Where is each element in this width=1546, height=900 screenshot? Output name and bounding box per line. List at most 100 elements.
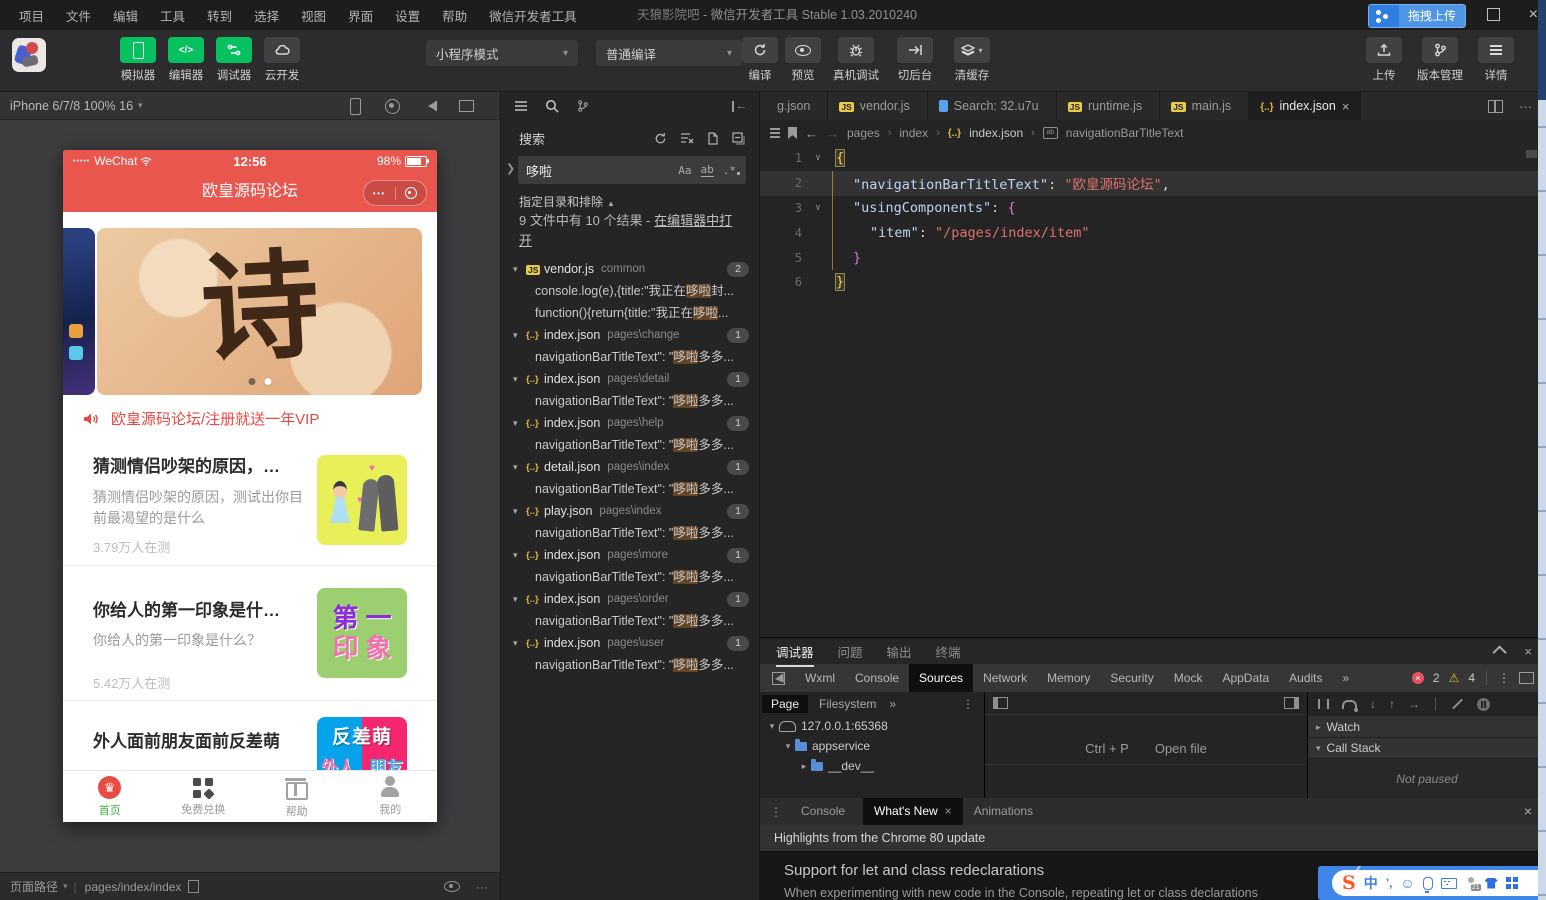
fold-icon[interactable]: ∨ xyxy=(810,153,826,163)
menu-item[interactable]: 项目 xyxy=(8,6,55,25)
match-line[interactable]: navigationBarTitleText": "哆啦多多... xyxy=(501,434,759,456)
search-result-row[interactable]: ▾ {..} detail.json pages\index 1 xyxy=(501,456,759,478)
crumb-index[interactable]: index xyxy=(899,126,928,140)
carousel-banner[interactable]: 诗 xyxy=(63,228,437,395)
search-result-row[interactable]: ▾ {..} index.json pages\change 1 xyxy=(501,324,759,346)
sogou-logo-icon[interactable]: S xyxy=(1342,872,1356,894)
search-result-row[interactable]: navigationBarTitleText": "哆啦多多... xyxy=(501,434,759,456)
window-restore-button[interactable] xyxy=(1487,4,1503,21)
mode-select[interactable]: 小程序模式 ▾ xyxy=(426,40,578,66)
match-line[interactable]: navigationBarTitleText": "哆啦多多... xyxy=(501,522,759,544)
devtools-tab[interactable]: Memory xyxy=(1037,664,1100,692)
hide-navigator-icon[interactable] xyxy=(993,697,1008,709)
menu-item[interactable]: 设置 xyxy=(384,6,431,25)
tab-exchange[interactable]: 免费兑换 xyxy=(157,771,251,822)
drawer-menu-icon[interactable]: ⋮ xyxy=(770,805,782,819)
clear-results-icon[interactable] xyxy=(680,132,694,144)
match-line[interactable]: navigationBarTitleText": "哆啦多多... xyxy=(501,654,759,676)
editor-tab[interactable]: JS vendor.js xyxy=(828,92,928,120)
crumb-symbol[interactable]: navigationBarTitleText xyxy=(1066,126,1184,140)
announcement-bar[interactable]: 欧皇源码论坛/注册就送一年VIP xyxy=(83,408,425,429)
expand-caret-icon[interactable]: ▾ xyxy=(513,456,526,478)
expand-caret-icon[interactable]: ▾ xyxy=(513,500,526,522)
project-avatar[interactable] xyxy=(12,38,46,72)
expand-caret-icon[interactable]: ▾ xyxy=(513,632,526,654)
devtools-menu-icon[interactable]: ⋮ xyxy=(1498,671,1510,685)
menu-item[interactable]: 选择 xyxy=(243,6,290,25)
close-drawer-icon[interactable]: × xyxy=(1524,798,1532,825)
collapse-all-icon[interactable] xyxy=(732,131,745,145)
devtools-tab[interactable]: Sources xyxy=(909,664,974,692)
expand-caret-icon[interactable]: ▾ xyxy=(513,324,526,346)
search-result-row[interactable]: function(){return{title:"我正在哆啦... xyxy=(501,302,759,324)
pause-icon[interactable] xyxy=(1318,699,1329,709)
mic-icon[interactable] xyxy=(1422,876,1433,893)
search-result-row[interactable]: ▾ {..} index.json pages\order 1 xyxy=(501,588,759,610)
step-icon[interactable]: → xyxy=(1408,698,1420,710)
show-debugger-icon[interactable] xyxy=(1284,697,1299,709)
close-tab-icon[interactable]: × xyxy=(1342,99,1350,114)
editor-scrollbar[interactable] xyxy=(1526,150,1537,158)
ime-account-icon[interactable] xyxy=(1465,877,1481,891)
debugger-panel-tab[interactable]: 调试器 xyxy=(776,642,814,667)
close-panel-icon[interactable]: × xyxy=(1524,644,1532,659)
outline-icon[interactable] xyxy=(770,132,780,134)
editor-more-actions[interactable]: ··· xyxy=(1519,99,1532,114)
dock-side-icon[interactable] xyxy=(1519,668,1537,684)
crumb-file[interactable]: index.json xyxy=(969,126,1023,140)
drag-upload-button[interactable]: 拖拽上传 xyxy=(1367,4,1466,28)
error-badge-icon[interactable]: × xyxy=(1411,672,1424,684)
watch-section[interactable]: ▸ Watch xyxy=(1308,717,1546,738)
ime-toolbox-icon[interactable] xyxy=(1505,877,1518,889)
expand-caret-icon[interactable]: ▾ xyxy=(513,544,526,566)
devtools-tab[interactable]: Audits xyxy=(1279,664,1332,692)
menu-item[interactable]: 视图 xyxy=(290,6,337,25)
code-editor[interactable]: 1 ∨ { 2 "navigationBarTitleText": "欧皇源码论坛… xyxy=(760,146,1546,295)
quiz-card[interactable]: 你给人的第一印象是什… 你给人的第一印象是什么？ 5.42万人在测 第一 印象 xyxy=(93,588,407,691)
open-in-editor-icon[interactable] xyxy=(707,131,719,145)
window-close-button[interactable]: × xyxy=(1529,0,1538,30)
devtools-tab[interactable]: AppData xyxy=(1212,664,1279,692)
source-control-icon[interactable] xyxy=(577,99,589,113)
search-result-row[interactable]: ▾ {..} index.json pages\more 1 xyxy=(501,544,759,566)
nav-back-icon[interactable]: ← xyxy=(805,126,818,141)
devtools-tab[interactable]: Network xyxy=(973,664,1037,692)
search-icon[interactable] xyxy=(545,99,559,113)
step-out-icon[interactable]: ↑ xyxy=(1389,698,1395,710)
devtools-tab[interactable]: Console xyxy=(845,664,909,692)
debugger-panel-tab[interactable]: 问题 xyxy=(838,642,863,661)
more-sidebar-tabs-icon[interactable]: » xyxy=(889,697,896,711)
split-editor-icon[interactable] xyxy=(1488,99,1503,113)
cloud-dev-button[interactable]: 云开发 xyxy=(264,37,300,83)
menu-item[interactable]: 转到 xyxy=(196,6,243,25)
editor-button[interactable]: </> 编辑器 xyxy=(168,37,204,83)
menu-item[interactable]: 微信开发者工具 xyxy=(478,6,588,25)
menu-item[interactable]: 工具 xyxy=(149,6,196,25)
tab-help[interactable]: 帮助 xyxy=(250,771,344,822)
expand-caret-icon[interactable]: ▾ xyxy=(513,588,526,610)
debugger-button[interactable]: 调试器 xyxy=(216,37,252,83)
compile-mode-select[interactable]: 普通编译 ▾ xyxy=(596,40,742,66)
sidebar-tab-page[interactable]: Page xyxy=(762,695,809,713)
minimize-target-icon[interactable] xyxy=(396,187,427,199)
match-line[interactable]: navigationBarTitleText": "哆啦多多... xyxy=(501,566,759,588)
editor-tab[interactable]: {..} index.json × xyxy=(1249,92,1362,120)
path-label[interactable]: 页面路径 xyxy=(10,878,58,895)
simulator-button[interactable]: 模拟器 xyxy=(120,37,156,83)
device-debug-button[interactable]: 真机调试 xyxy=(828,37,884,83)
record-icon[interactable] xyxy=(385,98,400,114)
more-actions[interactable]: ··· xyxy=(476,880,488,894)
pause-on-exceptions-icon[interactable] xyxy=(1477,697,1490,711)
rotate-device-icon[interactable] xyxy=(350,97,361,115)
match-line[interactable]: navigationBarTitleText": "哆啦多多... xyxy=(501,610,759,632)
regex-toggle[interactable]: .* xyxy=(723,164,740,177)
search-result-row[interactable]: ▾ {..} index.json pages\help 1 xyxy=(501,412,759,434)
version-control-button[interactable]: 版本管理 xyxy=(1414,37,1466,83)
deactivate-breakpoints-icon[interactable] xyxy=(1452,698,1463,710)
whole-word-toggle[interactable]: ab xyxy=(700,163,714,177)
tab-mine[interactable]: 我的 xyxy=(344,771,438,822)
search-result-row[interactable]: navigationBarTitleText": "哆啦多多... xyxy=(501,522,759,544)
compile-button[interactable]: 编译 xyxy=(742,37,778,83)
drawer-tab[interactable]: Animations xyxy=(963,798,1051,825)
collapse-sidebar-icon[interactable]: ← xyxy=(732,100,747,112)
